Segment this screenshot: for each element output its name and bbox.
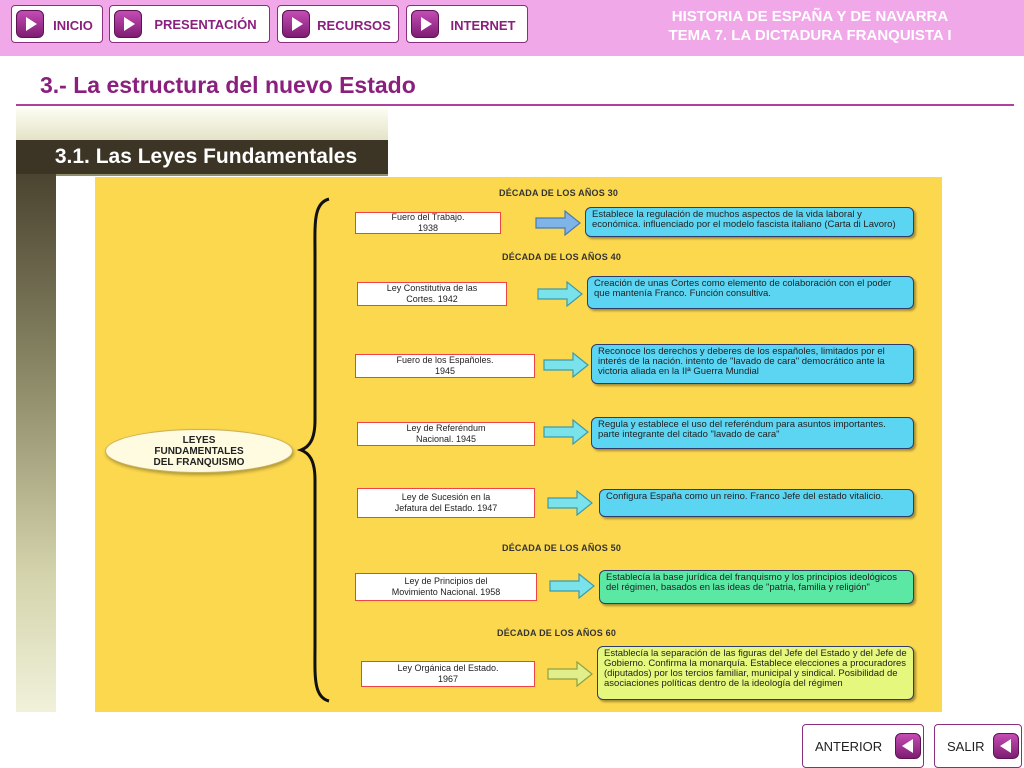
right-arrow-icon [543,352,589,378]
section-divider [16,104,1014,106]
law-description: Creación de unas Cortes como elemento de… [587,276,914,309]
decorative-gradient-strip [16,172,56,712]
play-triangle-icon [16,10,44,38]
law-year: Cortes. 1942 [406,294,458,304]
course-title-line1: HISTORIA DE ESPAÑA Y DE NAVARRA [671,8,949,25]
curly-brace-icon [296,197,330,703]
law-year: Movimiento Nacional. 1958 [391,587,501,597]
decade-heading-40s: DÉCADA DE LOS AÑOS 40 [502,252,622,262]
top-navigation-bar: INICIO PRESENTACIÓN RECURSOS INTERNET HI… [0,0,1024,56]
nav-button-inicio[interactable]: INICIO [11,5,103,43]
law-name: Ley Orgánica del Estado. [397,663,499,673]
leyes-fundamentales-diagram: LEYES FUNDAMENTALES DEL FRANQUISMO DÉCAD… [95,177,942,712]
central-topic: LEYES FUNDAMENTALES DEL FRANQUISMO [105,429,293,473]
law-year: 1967 [437,674,459,684]
law-box: Ley de Referéndum Nacional. 1945 [357,422,535,446]
right-arrow-icon [547,490,593,516]
decade-heading-30s: DÉCADA DE LOS AÑOS 30 [499,188,619,198]
play-triangle-icon [411,10,439,38]
right-arrow-icon [535,210,581,236]
nav-button-label: INICIO [53,18,93,33]
law-description: Regula y establece el uso del referéndum… [591,417,914,449]
nav-button-recursos[interactable]: RECURSOS [277,5,399,43]
section-title: 3.- La estructura del nuevo Estado [40,72,416,98]
nav-button-internet[interactable]: INTERNET [406,5,528,43]
law-name: Ley de Referéndum [406,423,486,433]
decade-heading-60s: DÉCADA DE LOS AÑOS 60 [497,628,617,638]
play-triangle-icon [282,10,310,38]
central-topic-line: LEYES [182,434,216,446]
law-box: Fuero de los Españoles. 1945 [355,354,535,378]
law-box: Fuero del Trabajo. 1938 [355,212,501,234]
law-year: Jefatura del Estado. 1947 [394,503,498,513]
back-triangle-icon [895,733,921,759]
law-description: Configura España como un reino. Franco J… [599,489,914,517]
nav-button-label: PRESENTACIÓN [154,17,257,32]
law-description: Establecía la separación de las figuras … [597,646,914,700]
decade-heading-50s: DÉCADA DE LOS AÑOS 50 [502,543,622,553]
law-box: Ley de Sucesión en la Jefatura del Estado… [357,488,535,518]
nav-button-label: RECURSOS [317,18,391,33]
central-topic-line: FUNDAMENTALES [154,445,244,457]
law-year: 1938 [417,223,438,233]
law-description: Establecía la base jurídica del franquis… [599,570,914,604]
law-year: Nacional. 1945 [415,434,477,444]
play-triangle-icon [114,10,142,38]
law-name: Fuero del Trabajo. [391,212,465,222]
right-arrow-icon [537,281,583,307]
subsection-title: 3.1. Las Leyes Fundamentales [16,140,388,174]
nav-button-label: INTERNET [450,18,516,33]
law-box: Ley Constitutiva de las Cortes. 1942 [357,282,507,306]
law-description: Reconoce los derechos y deberes de los e… [591,344,914,384]
back-triangle-icon [993,733,1019,759]
law-year: 1945 [434,366,456,376]
law-box: Ley Orgánica del Estado. 1967 [361,661,535,687]
central-topic-line: DEL FRANQUISMO [153,456,245,468]
exit-button[interactable]: SALIR [934,724,1022,768]
law-box: Ley de Principios del Movimiento Nacional… [355,573,537,601]
law-description: Establece la regulación de muchos aspect… [585,207,914,237]
exit-button-label: SALIR [947,739,985,754]
law-name: Ley de Principios del [404,576,488,586]
course-title-line2: TEMA 7. LA DICTADURA FRANQUISTA I [668,27,952,44]
law-name: Fuero de los Españoles. [396,355,494,365]
nav-button-presentacion[interactable]: PRESENTACIÓN [109,5,270,43]
law-name: Ley Constitutiva de las [386,283,478,293]
right-arrow-icon [547,661,593,687]
previous-button-label: ANTERIOR [815,739,883,754]
course-title: HISTORIA DE ESPAÑA Y DE NAVARRA TEMA 7. … [630,7,990,45]
previous-button[interactable]: ANTERIOR [802,724,924,768]
right-arrow-icon [549,573,595,599]
right-arrow-icon [543,419,589,445]
law-name: Ley de Sucesión en la [401,492,491,502]
